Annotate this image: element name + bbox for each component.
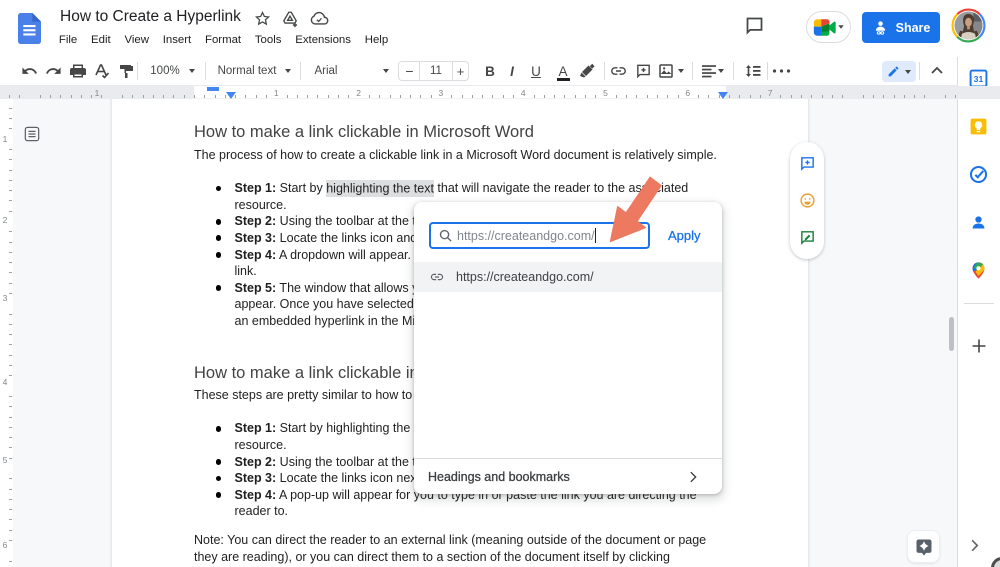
svg-text:31: 31 [974, 74, 984, 84]
